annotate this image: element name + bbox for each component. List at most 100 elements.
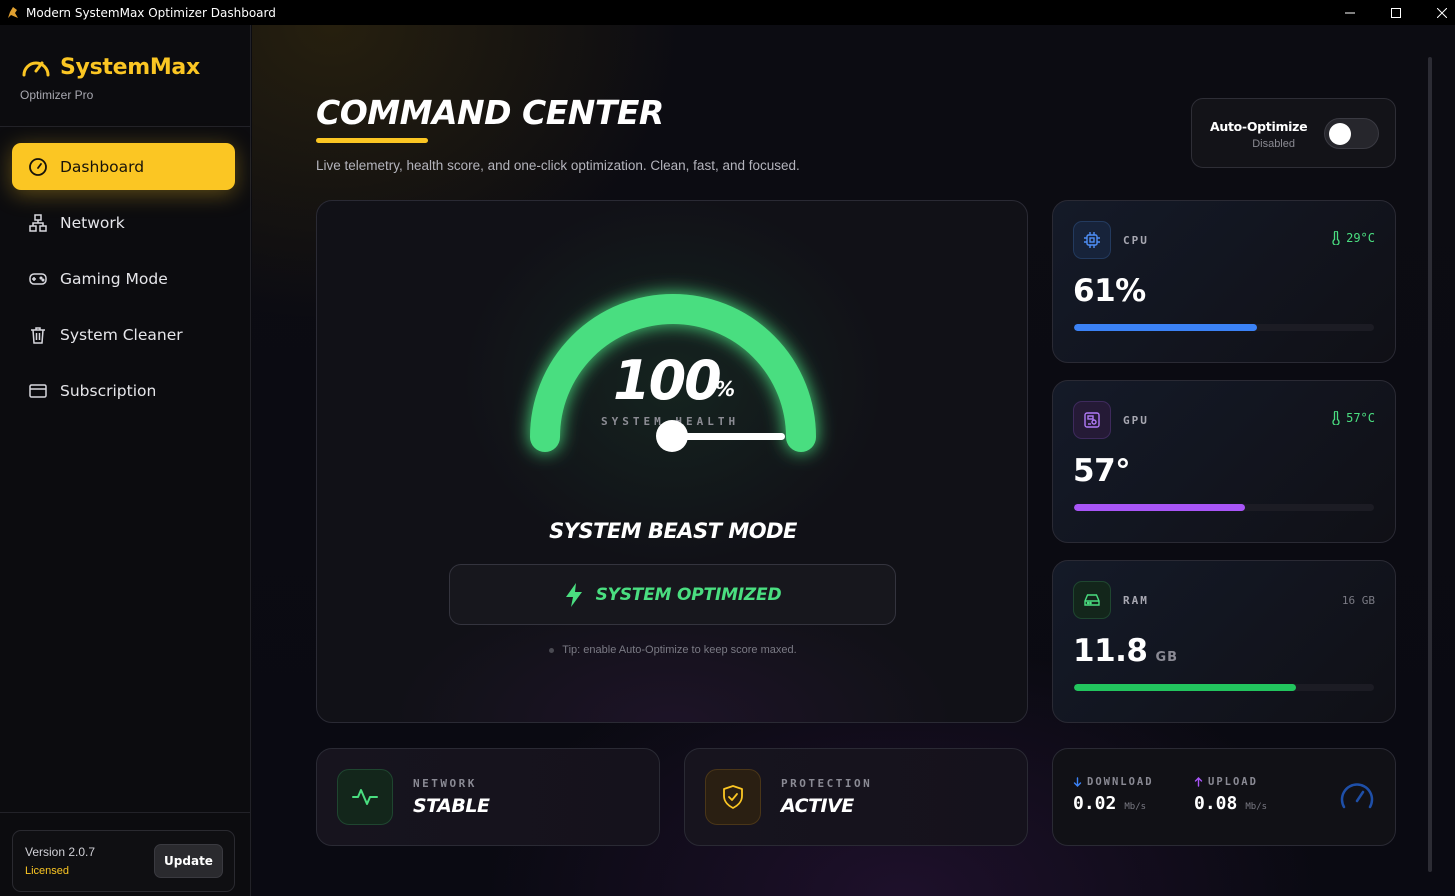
thermometer-icon — [1332, 231, 1340, 245]
download-unit: Mb/s — [1124, 802, 1147, 812]
cpu-usage-bar — [1074, 324, 1374, 331]
scrollbar[interactable] — [1428, 57, 1432, 872]
sidebar-divider — [0, 812, 251, 813]
gpu-temp-value: 57°C — [1346, 411, 1375, 425]
health-score: 100 — [613, 349, 722, 412]
optimize-button-label: SYSTEM OPTIMIZED — [595, 584, 782, 605]
sidebar-item-label: Gaming Mode — [60, 269, 168, 288]
gpu-icon — [1073, 401, 1111, 439]
sidebar-item-label: Network — [60, 213, 125, 232]
gpu-temperature: 57°C — [1332, 411, 1375, 425]
ram-usage-value: 11.8 GB — [1073, 633, 1178, 669]
upload-label-text: UPLOAD — [1208, 776, 1258, 788]
mode-title: SYSTEM BEAST MODE — [549, 519, 797, 543]
download-speed: 0.02 Mb/s — [1073, 793, 1146, 814]
page-subtitle: Live telemetry, health score, and one-cl… — [316, 158, 800, 173]
ram-usage-bar — [1074, 684, 1374, 691]
ram-card: RAM 16 GB 11.8 GB — [1052, 560, 1396, 723]
sidebar-item-gaming-mode[interactable]: Gaming Mode — [12, 255, 235, 302]
health-unit: % — [715, 377, 736, 401]
tip-dot — [549, 647, 555, 653]
upload-unit: Mb/s — [1245, 802, 1268, 812]
sidebar-item-label: Dashboard — [60, 157, 145, 176]
cpu-usage-fill — [1074, 324, 1257, 331]
maximize-icon — [1391, 7, 1401, 18]
gpu-card: GPU 57°C 57° — [1052, 380, 1396, 543]
cpu-temperature: 29°C — [1332, 231, 1375, 245]
title-underline — [316, 138, 428, 143]
close-icon — [1437, 7, 1447, 18]
upload-speed: 0.08 Mb/s — [1194, 793, 1267, 814]
sidebar-item-label: System Cleaner — [60, 325, 183, 344]
arrow-up-icon — [1194, 777, 1203, 787]
ram-usage-number: 11.8 — [1073, 633, 1148, 669]
memory-drive-icon — [1073, 581, 1111, 619]
download-label: DOWNLOAD — [1073, 776, 1154, 788]
gpu-label: GPU — [1123, 414, 1149, 427]
gpu-value: 57° — [1073, 453, 1131, 489]
auto-optimize-status: Disabled — [1252, 138, 1295, 150]
ram-total: 16 GB — [1341, 594, 1375, 607]
close-button[interactable] — [1419, 0, 1455, 25]
health-card: 100 % SYSTEM HEALTH SYSTEM BEAST MODE SY… — [316, 200, 1028, 723]
network-status-value: STABLE — [413, 795, 490, 817]
license-status: Licensed — [25, 865, 70, 877]
version-panel: Version 2.0.7 Licensed Update — [12, 830, 235, 892]
download-label-text: DOWNLOAD — [1087, 776, 1154, 788]
sidebar-item-network[interactable]: Network — [12, 199, 235, 246]
speedometer-logo-icon — [22, 61, 50, 77]
sidebar-item-subscription[interactable]: Subscription — [12, 367, 235, 414]
credit-card-icon — [28, 381, 48, 401]
protection-label: PROTECTION — [781, 777, 873, 790]
arrow-down-icon — [1073, 777, 1082, 787]
trash-icon — [28, 325, 48, 345]
lightning-bolt-icon — [564, 582, 584, 607]
toggle-knob — [1329, 123, 1351, 145]
version-text: Version 2.0.7 — [25, 845, 96, 859]
network-speed-card: DOWNLOAD 0.02 Mb/s UPLOAD 0.08 Mb/s — [1052, 748, 1396, 846]
shield-check-icon — [705, 769, 761, 825]
upload-value: 0.08 — [1194, 793, 1238, 814]
cpu-temp-value: 29°C — [1346, 231, 1375, 245]
download-value: 0.02 — [1073, 793, 1117, 814]
ram-label: RAM — [1123, 594, 1149, 607]
auto-optimize-panel: Auto-Optimize Disabled — [1191, 98, 1396, 168]
sidebar-item-label: Subscription — [60, 381, 157, 400]
network-status-card: NETWORK STABLE — [316, 748, 660, 846]
app-logo-icon — [8, 6, 18, 18]
sidebar: SystemMax Optimizer Pro Dashboard Networ… — [0, 25, 251, 896]
maximize-button[interactable] — [1373, 0, 1419, 25]
window-titlebar: Modern SystemMax Optimizer Dashboard — [0, 0, 1455, 25]
brand-subtitle: Optimizer Pro — [20, 88, 94, 102]
minimize-button[interactable] — [1327, 0, 1373, 25]
update-button[interactable]: Update — [154, 844, 223, 878]
gamepad-icon — [28, 269, 48, 289]
optimize-button[interactable]: SYSTEM OPTIMIZED — [449, 564, 896, 625]
cpu-usage-value: 61% — [1073, 273, 1146, 309]
window-title: Modern SystemMax Optimizer Dashboard — [26, 5, 276, 20]
tip-text: Tip: enable Auto-Optimize to keep score … — [317, 644, 1029, 656]
ram-usage-fill — [1074, 684, 1296, 691]
tip-label: Tip: enable Auto-Optimize to keep score … — [562, 644, 797, 656]
network-label: NETWORK — [413, 777, 477, 790]
network-icon — [28, 213, 48, 233]
gauge-icon — [28, 157, 48, 177]
gauge-needle-knob — [656, 420, 688, 452]
protection-status-value: ACTIVE — [781, 795, 854, 817]
auto-optimize-toggle[interactable] — [1324, 118, 1379, 149]
speedometer-icon — [1340, 783, 1374, 809]
brand-name: SystemMax — [60, 54, 200, 80]
protection-status-card: PROTECTION ACTIVE — [684, 748, 1028, 846]
gpu-usage-bar — [1074, 504, 1374, 511]
minimize-icon — [1345, 12, 1355, 13]
cpu-label: CPU — [1123, 234, 1149, 247]
cpu-chip-icon — [1073, 221, 1111, 259]
ram-usage-unit: GB — [1155, 650, 1179, 665]
gpu-usage-fill — [1074, 504, 1245, 511]
sidebar-item-system-cleaner[interactable]: System Cleaner — [12, 311, 235, 358]
auto-optimize-label: Auto-Optimize — [1210, 119, 1308, 134]
page-title: COMMAND CENTER — [316, 93, 664, 132]
sidebar-item-dashboard[interactable]: Dashboard — [12, 143, 235, 190]
brand: SystemMax — [20, 53, 200, 81]
gauge-needle-bar — [673, 433, 785, 440]
